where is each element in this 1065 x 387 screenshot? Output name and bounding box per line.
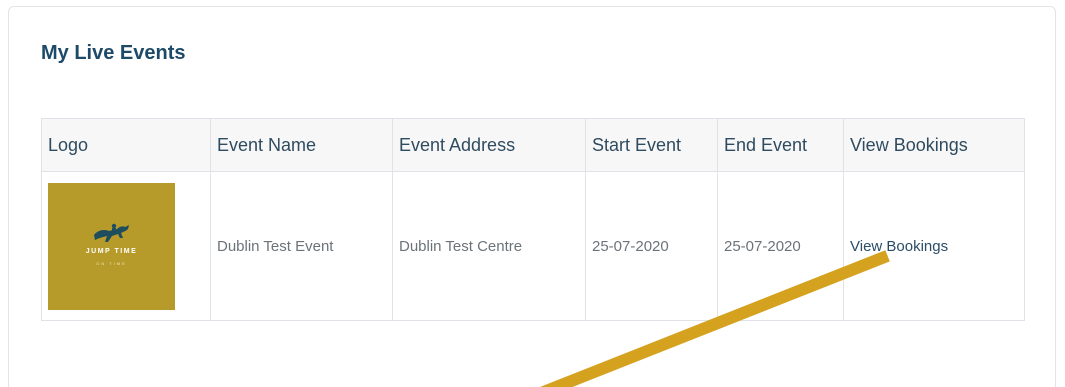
logo-text-on-time: ON TIME xyxy=(96,260,127,266)
table-header-row: Logo Event Name Event Address Start Even… xyxy=(41,118,1025,172)
header-end-event: End Event xyxy=(717,118,844,172)
header-event-address: Event Address xyxy=(392,118,586,172)
logo-text-jump-time: JUMP TIME xyxy=(85,247,138,255)
panel-title: My Live Events xyxy=(41,42,186,64)
header-view-bookings: View Bookings xyxy=(843,118,1025,172)
header-logo: Logo xyxy=(41,118,211,172)
event-logo: JUMP TIME ON TIME xyxy=(48,182,175,310)
view-bookings-link[interactable]: View Bookings xyxy=(850,238,948,255)
cell-start-event: 25-07-2020 xyxy=(585,171,718,321)
events-table: Logo Event Name Event Address Start Even… xyxy=(41,118,1025,321)
table-row: JUMP TIME ON TIME Dublin Test Event Dubl… xyxy=(41,171,1025,321)
cell-view-bookings: View Bookings xyxy=(843,171,1025,321)
cell-logo: JUMP TIME ON TIME xyxy=(41,171,211,321)
cell-end-event: 25-07-2020 xyxy=(717,171,844,321)
header-start-event: Start Event xyxy=(585,118,718,172)
header-event-name: Event Name xyxy=(210,118,393,172)
page: My Live Events Logo Event Name Event Add… xyxy=(0,0,1065,387)
cell-event-name: Dublin Test Event xyxy=(210,171,393,321)
horse-jumper-icon xyxy=(93,223,129,242)
cell-event-address: Dublin Test Centre xyxy=(392,171,586,321)
